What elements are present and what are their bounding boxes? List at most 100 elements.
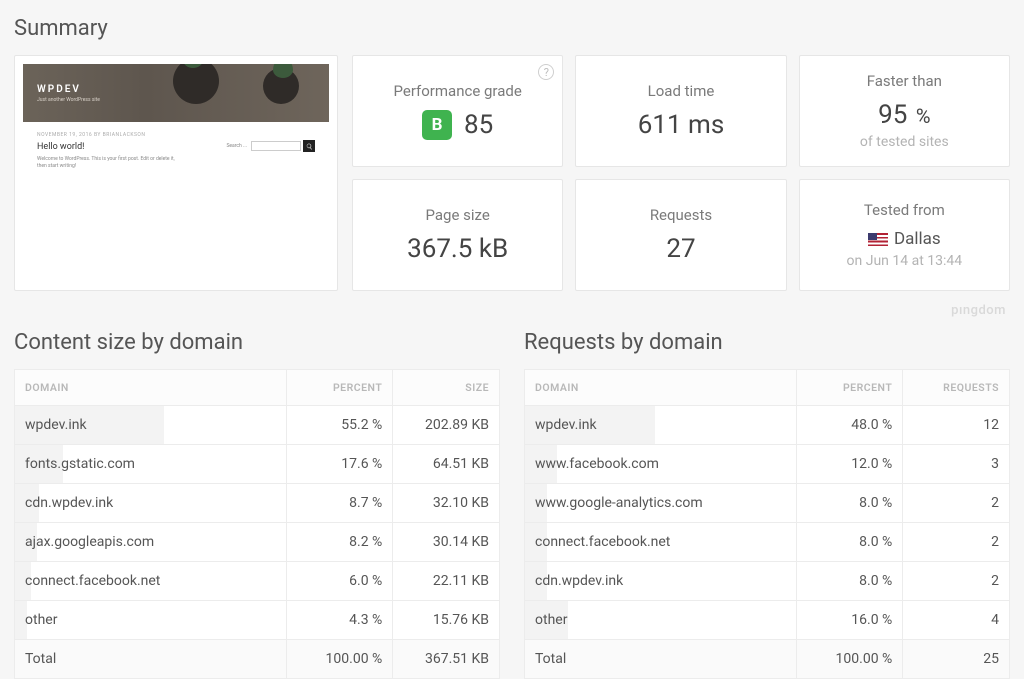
load-time-label: Load time (648, 82, 715, 100)
value-cell: 32.10 KB (393, 484, 500, 523)
faster-than-unit: % (916, 104, 931, 128)
table-total-row: Total100.00 %25 (525, 640, 1010, 679)
faster-than-value: 95 (878, 100, 907, 130)
col-percent: PERCENT (796, 370, 903, 406)
faster-than-label: Faster than (867, 72, 942, 90)
faster-than-card: Faster than 95 % of tested sites (799, 55, 1010, 167)
domain-cell: ajax.googleapis.com (15, 523, 287, 562)
thumbnail-hero: WPDEV Just another WordPress site (23, 64, 329, 122)
requests-table: DOMAIN PERCENT REQUESTS wpdev.ink48.0 %1… (524, 369, 1010, 679)
performance-grade-card: ? Performance grade B 85 (352, 55, 563, 167)
requests-block: Requests by domain DOMAIN PERCENT REQUES… (524, 324, 1010, 679)
percent-cell: 48.0 % (796, 406, 903, 445)
value-cell: 3 (903, 445, 1010, 484)
percent-cell: 8.2 % (286, 523, 393, 562)
percent-cell: 4.3 % (286, 601, 393, 640)
percent-cell: 17.6 % (286, 445, 393, 484)
domain-cell: connect.facebook.net (15, 562, 287, 601)
percent-cell: 12.0 % (796, 445, 903, 484)
faster-than-sub: of tested sites (860, 134, 949, 150)
plant-decoration-icon (173, 64, 219, 104)
col-size: SIZE (393, 370, 500, 406)
thumbnail-post-meta: NOVEMBER 19, 2016 BY BRIANLACKSON (37, 132, 315, 138)
value-cell: 15.76 KB (393, 601, 500, 640)
help-icon[interactable]: ? (538, 64, 554, 80)
table-row: cdn.wpdev.ink8.7 %32.10 KB (15, 484, 500, 523)
table-row: connect.facebook.net6.0 %22.11 KB (15, 562, 500, 601)
percent-cell: 55.2 % (286, 406, 393, 445)
domain-cell: fonts.gstatic.com (15, 445, 287, 484)
table-row: fonts.gstatic.com17.6 %64.51 KB (15, 445, 500, 484)
performance-grade-label: Performance grade (394, 82, 522, 100)
value-cell: 64.51 KB (393, 445, 500, 484)
total-domain-cell: Total (15, 640, 287, 679)
tables-row: Content size by domain DOMAIN PERCENT SI… (14, 324, 1010, 679)
table-row: other16.0 %4 (525, 601, 1010, 640)
us-flag-icon (868, 233, 888, 246)
table-row: wpdev.ink55.2 %202.89 KB (15, 406, 500, 445)
requests-value: 27 (666, 234, 695, 264)
table-row: www.facebook.com12.0 %3 (525, 445, 1010, 484)
domain-cell: cdn.wpdev.ink (15, 484, 287, 523)
value-cell: 22.11 KB (393, 562, 500, 601)
percent-cell: 8.7 % (286, 484, 393, 523)
thumbnail-hero-sub: Just another WordPress site (37, 97, 100, 103)
thumbnail-search-input (251, 141, 301, 151)
percent-cell: 6.0 % (286, 562, 393, 601)
thumbnail-hero-title: WPDEV (37, 84, 100, 95)
percent-cell: 8.0 % (796, 523, 903, 562)
metrics-grid: ? Performance grade B 85 Load time 611 m… (352, 55, 1010, 291)
value-cell: 12 (903, 406, 1010, 445)
search-icon (303, 140, 315, 152)
table-row: other4.3 %15.76 KB (15, 601, 500, 640)
requests-card: Requests 27 (575, 179, 786, 291)
domain-cell: www.google-analytics.com (525, 484, 797, 523)
tested-from-city: Dallas (894, 229, 941, 249)
domain-cell: www.facebook.com (525, 445, 797, 484)
table-row: ajax.googleapis.com8.2 %30.14 KB (15, 523, 500, 562)
pingdom-watermark: pıngdom (14, 303, 1006, 318)
domain-cell: wpdev.ink (15, 406, 287, 445)
page-size-value: 367.5 kB (407, 234, 508, 264)
thumbnail-search-label: Search ... (226, 143, 247, 149)
table-total-row: Total100.00 %367.51 KB (15, 640, 500, 679)
value-cell: 2 (903, 562, 1010, 601)
content-size-block: Content size by domain DOMAIN PERCENT SI… (14, 324, 500, 679)
total-percent-cell: 100.00 % (796, 640, 903, 679)
total-value-cell: 367.51 KB (393, 640, 500, 679)
domain-cell: other (525, 601, 797, 640)
domain-cell: connect.facebook.net (525, 523, 797, 562)
domain-cell: other (15, 601, 287, 640)
tested-from-card: Tested from Dallas on Jun 14 at 13:44 (799, 179, 1010, 291)
total-percent-cell: 100.00 % (286, 640, 393, 679)
value-cell: 2 (903, 484, 1010, 523)
value-cell: 202.89 KB (393, 406, 500, 445)
page-thumbnail-card: WPDEV Just another WordPress site NOVEMB… (14, 55, 338, 291)
percent-cell: 8.0 % (796, 484, 903, 523)
thumbnail-search: Search ... (226, 140, 315, 152)
summary-row: WPDEV Just another WordPress site NOVEMB… (14, 55, 1010, 291)
value-cell: 2 (903, 523, 1010, 562)
thumbnail-post-text: Welcome to WordPress. This is your first… (37, 156, 177, 170)
thumbnail-body: NOVEMBER 19, 2016 BY BRIANLACKSON Hello … (23, 122, 329, 282)
value-cell: 30.14 KB (393, 523, 500, 562)
domain-cell: cdn.wpdev.ink (525, 562, 797, 601)
percent-cell: 8.0 % (796, 562, 903, 601)
load-time-card: Load time 611 ms (575, 55, 786, 167)
col-domain: DOMAIN (525, 370, 797, 406)
content-size-table: DOMAIN PERCENT SIZE wpdev.ink55.2 %202.8… (14, 369, 500, 679)
table-row: connect.facebook.net8.0 %2 (525, 523, 1010, 562)
total-value-cell: 25 (903, 640, 1010, 679)
grade-score: 85 (464, 110, 493, 140)
requests-by-domain-title: Requests by domain (524, 330, 1010, 355)
percent-cell: 16.0 % (796, 601, 903, 640)
summary-title: Summary (14, 16, 1010, 41)
content-size-title: Content size by domain (14, 330, 500, 355)
col-requests: REQUESTS (903, 370, 1010, 406)
plant-decoration-icon (263, 68, 299, 104)
value-cell: 4 (903, 601, 1010, 640)
table-row: wpdev.ink48.0 %12 (525, 406, 1010, 445)
col-percent: PERCENT (286, 370, 393, 406)
requests-label: Requests (650, 206, 712, 224)
total-domain-cell: Total (525, 640, 797, 679)
